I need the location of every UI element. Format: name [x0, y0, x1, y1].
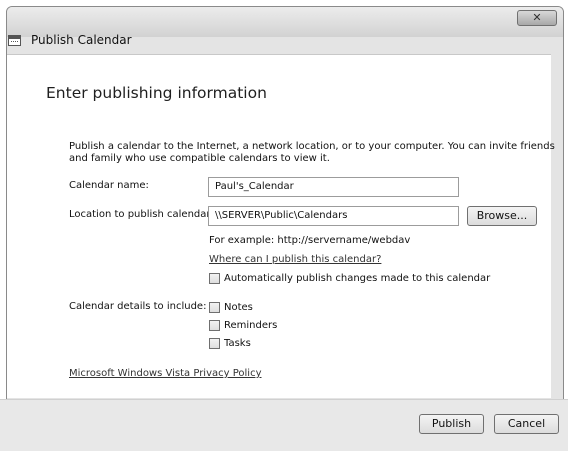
privacy-policy-link[interactable]: Microsoft Windows Vista Privacy Policy: [69, 368, 262, 380]
calendar-name-label: Calendar name:: [69, 180, 149, 191]
notes-label: Notes: [224, 302, 253, 313]
window-title: Publish Calendar: [31, 33, 132, 47]
auto-publish-checkbox[interactable]: [209, 273, 220, 284]
description-line-1: Publish a calendar to the Internet, a ne…: [69, 141, 555, 152]
auto-publish-label: Automatically publish changes made to th…: [224, 273, 491, 284]
description-line-2: and family who use compatible calendars …: [69, 153, 330, 164]
browse-button[interactable]: Browse...: [467, 206, 537, 226]
location-label: Location to publish calendar:: [69, 209, 214, 220]
page-heading: Enter publishing information: [46, 84, 267, 102]
reminders-label: Reminders: [224, 320, 278, 331]
calendar-name-input[interactable]: Paul's_Calendar: [208, 177, 459, 197]
content-area: [7, 54, 551, 398]
location-input[interactable]: \\SERVER\Public\Calendars: [208, 206, 459, 226]
reminders-checkbox[interactable]: [209, 320, 220, 331]
close-button[interactable]: ✕: [517, 10, 557, 26]
calendar-icon: [8, 35, 21, 46]
tasks-checkbox[interactable]: [209, 338, 220, 349]
cancel-button[interactable]: Cancel: [494, 414, 559, 434]
notes-checkbox[interactable]: [209, 302, 220, 313]
tasks-label: Tasks: [224, 338, 251, 349]
where-to-publish-link[interactable]: Where can I publish this calendar?: [209, 254, 381, 266]
publish-button[interactable]: Publish: [419, 414, 484, 434]
details-label: Calendar details to include:: [69, 301, 207, 312]
example-text: For example: http://servername/webdav: [209, 235, 411, 246]
